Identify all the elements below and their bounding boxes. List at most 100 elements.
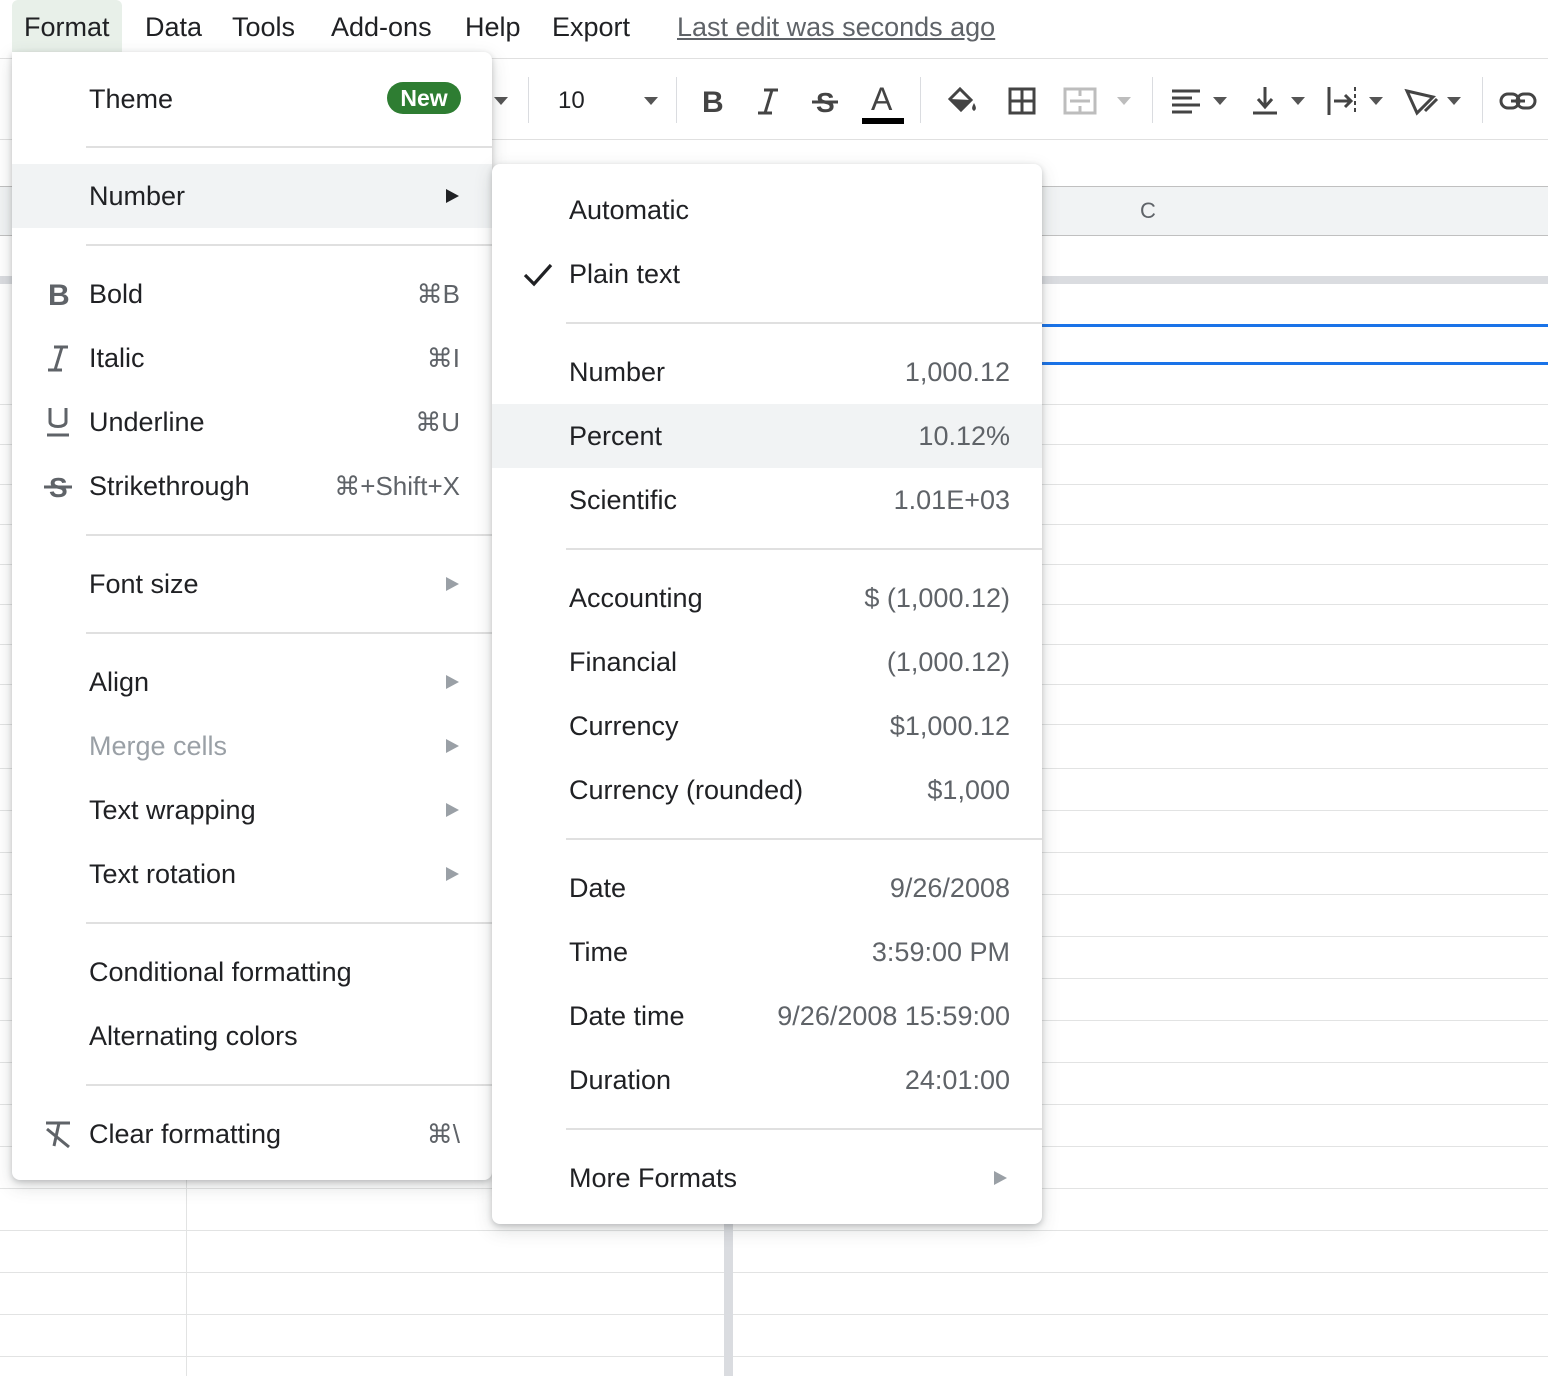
menu-export[interactable]: Export — [540, 0, 642, 54]
number-format-currency[interactable]: Currency $1,000.12 — [492, 694, 1042, 758]
format-example: 9/26/2008 15:59:00 — [777, 1001, 1010, 1031]
menu-item-italic[interactable]: Italic ⌘I — [12, 326, 492, 390]
format-example: $1,000 — [927, 775, 1010, 805]
menu-data[interactable]: Data — [133, 0, 214, 54]
selection-border-top — [1040, 324, 1548, 327]
number-format-more-formats[interactable]: More Formats — [492, 1146, 1042, 1210]
menu-item-merge-cells: Merge cells — [12, 714, 492, 778]
menu-separator — [86, 534, 492, 536]
menu-item-label: Accounting — [569, 583, 703, 613]
vertical-align-dropdown-caret[interactable] — [1291, 97, 1305, 105]
text-rotation-dropdown-caret[interactable] — [1447, 97, 1461, 105]
menu-add-ons[interactable]: Add-ons — [319, 0, 444, 54]
menu-item-shortcut: ⌘U — [415, 407, 460, 437]
menu-item-conditional-formatting[interactable]: Conditional formatting — [12, 940, 492, 1004]
font-family-dropdown-caret[interactable] — [494, 97, 508, 105]
menu-separator — [86, 146, 492, 148]
frozen-column-divider[interactable] — [724, 1224, 733, 1376]
font-size-dropdown-caret[interactable] — [644, 97, 658, 105]
italic-icon — [40, 340, 76, 376]
menu-item-label: Bold — [89, 279, 144, 309]
format-example: $1,000.12 — [889, 711, 1010, 741]
menu-item-label: Scientific — [569, 485, 678, 515]
menu-item-theme[interactable]: Theme New — [12, 66, 492, 132]
number-format-automatic[interactable]: Automatic — [492, 178, 1042, 242]
number-format-date-time[interactable]: Date time 9/26/2008 15:59:00 — [492, 984, 1042, 1048]
menu-separator — [566, 548, 1042, 550]
menu-item-clear-formatting[interactable]: Clear formatting ⌘\ — [12, 1102, 492, 1166]
format-example: 24:01:00 — [904, 1065, 1010, 1095]
borders-icon[interactable] — [1002, 79, 1042, 123]
number-format-percent[interactable]: Percent 10.12% — [492, 404, 1042, 468]
bold-icon: B — [40, 276, 76, 312]
last-edit-link[interactable]: Last edit was seconds ago — [677, 0, 995, 54]
number-format-number[interactable]: Number 1,000.12 — [492, 340, 1042, 404]
number-format-accounting[interactable]: Accounting $ (1,000.12) — [492, 566, 1042, 630]
menu-format[interactable]: Format — [12, 0, 122, 54]
menu-item-shortcut: ⌘\ — [426, 1119, 460, 1149]
merge-cells-icon[interactable] — [1060, 79, 1100, 123]
menu-item-label: Plain text — [569, 259, 681, 289]
bold-icon[interactable]: B — [692, 79, 732, 123]
toolbar-divider — [528, 77, 529, 123]
text-wrapping-icon[interactable] — [1324, 79, 1360, 123]
menu-item-label: Italic — [89, 343, 145, 373]
submenu-arrow-icon — [446, 867, 459, 881]
menu-tools[interactable]: Tools — [220, 0, 307, 54]
menu-item-bold[interactable]: B Bold ⌘B — [12, 262, 492, 326]
text-rotation-icon[interactable] — [1402, 79, 1440, 123]
menu-separator — [566, 838, 1042, 840]
horizontal-align-icon[interactable] — [1168, 79, 1204, 123]
submenu-arrow-icon — [446, 739, 459, 753]
menu-item-shortcut: ⌘B — [416, 279, 460, 309]
menu-item-label: Conditional formatting — [89, 957, 352, 987]
svg-text:B: B — [48, 279, 70, 309]
menu-item-label: Date time — [569, 1001, 685, 1031]
insert-link-icon[interactable] — [1498, 79, 1538, 123]
toolbar-divider — [1152, 77, 1153, 123]
column-header-c[interactable]: C — [1140, 198, 1156, 224]
number-format-date[interactable]: Date 9/26/2008 — [492, 856, 1042, 920]
menu-item-label: Automatic — [569, 195, 690, 225]
menu-item-number[interactable]: Number — [12, 164, 492, 228]
menu-item-label: Number — [569, 357, 666, 387]
toolbar-divider — [676, 77, 677, 123]
number-format-plain-text[interactable]: Plain text — [492, 242, 1042, 306]
menu-item-text-wrapping[interactable]: Text wrapping — [12, 778, 492, 842]
format-example: (1,000.12) — [886, 647, 1010, 677]
menu-item-alternating-colors[interactable]: Alternating colors — [12, 1004, 492, 1068]
menu-item-label: Duration — [569, 1065, 672, 1095]
new-badge: New — [387, 82, 461, 114]
strikethrough-icon: S — [40, 468, 76, 504]
text-color-icon[interactable]: A — [860, 79, 906, 127]
merge-cells-dropdown-caret[interactable] — [1117, 97, 1131, 105]
submenu-arrow-icon — [446, 189, 459, 203]
menu-item-text-rotation[interactable]: Text rotation — [12, 842, 492, 906]
horizontal-align-dropdown-caret[interactable] — [1213, 97, 1227, 105]
menu-item-label: Font size — [89, 569, 199, 599]
strikethrough-icon[interactable]: S — [804, 79, 846, 123]
menu-item-align[interactable]: Align — [12, 650, 492, 714]
font-size-select[interactable]: 10 — [558, 83, 585, 119]
menu-help[interactable]: Help — [453, 0, 533, 54]
checkmark-icon — [523, 263, 553, 287]
format-example: 3:59:00 PM — [871, 937, 1010, 967]
italic-icon[interactable] — [748, 79, 788, 123]
clear-formatting-icon — [40, 1116, 76, 1152]
submenu-arrow-icon — [994, 1171, 1007, 1185]
menu-item-label: Clear formatting — [89, 1119, 282, 1149]
number-format-currency-rounded[interactable]: Currency (rounded) $1,000 — [492, 758, 1042, 822]
svg-text:B: B — [702, 86, 724, 116]
number-format-financial[interactable]: Financial (1,000.12) — [492, 630, 1042, 694]
format-example: 9/26/2008 — [889, 873, 1010, 903]
menu-item-underline[interactable]: Underline ⌘U — [12, 390, 492, 454]
menu-item-strikethrough[interactable]: S Strikethrough ⌘+Shift+X — [12, 454, 492, 518]
vertical-align-icon[interactable] — [1248, 79, 1282, 123]
fill-color-icon[interactable] — [940, 79, 982, 123]
text-wrapping-dropdown-caret[interactable] — [1369, 97, 1383, 105]
number-format-time[interactable]: Time 3:59:00 PM — [492, 920, 1042, 984]
menu-item-font-size[interactable]: Font size — [12, 552, 492, 616]
menu-separator — [566, 322, 1042, 324]
number-format-scientific[interactable]: Scientific 1.01E+03 — [492, 468, 1042, 532]
number-format-duration[interactable]: Duration 24:01:00 — [492, 1048, 1042, 1112]
